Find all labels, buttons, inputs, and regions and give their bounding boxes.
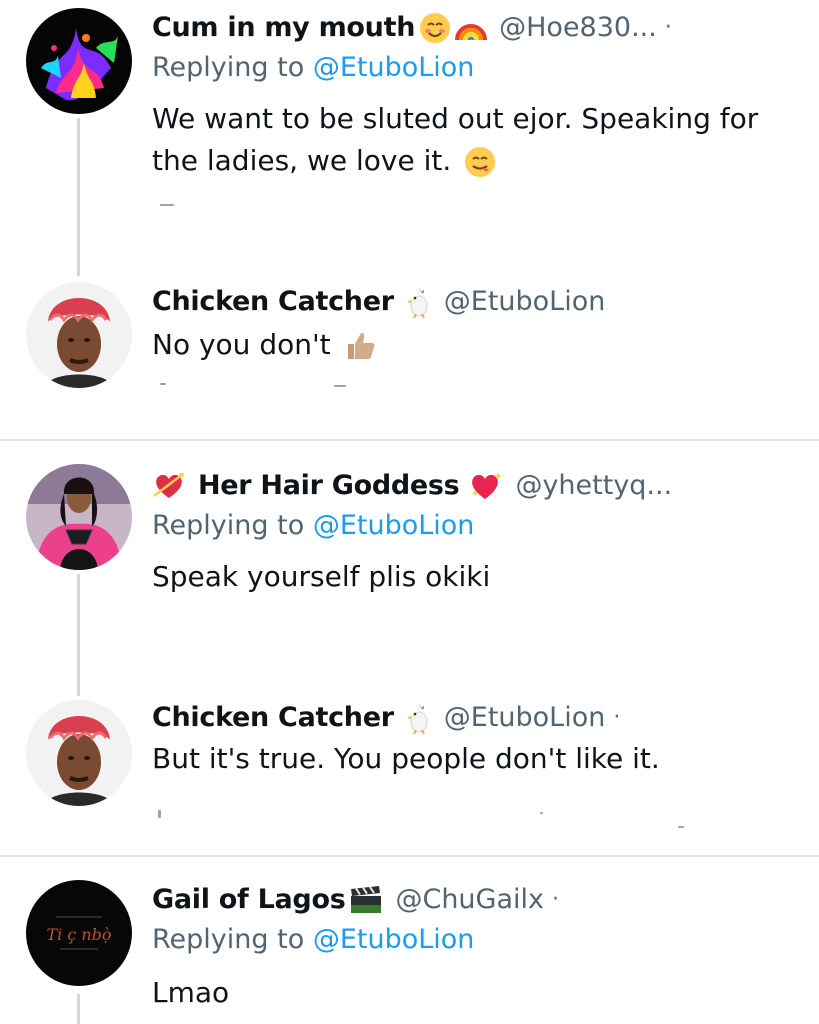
handle[interactable]: @Hoe830... [499, 8, 657, 48]
tweet-header: Chicken Catcher @EtuboLion [152, 282, 605, 322]
smudge-mark [678, 826, 684, 828]
smudge-mark [540, 812, 543, 814]
man-with-bonnet-avatar-image [26, 282, 132, 388]
tweet[interactable]: Her Hair Goddess @yhettyq... Replying to… [0, 460, 819, 698]
handle[interactable]: @EtuboLion [444, 698, 606, 738]
replying-to: Replying to @EtuboLion [152, 924, 474, 955]
tweet-divider [0, 855, 819, 857]
tweet-text-content: No you don't [152, 328, 331, 361]
tweet-text: But it's true. You people don't like it. [152, 738, 792, 780]
separator-dot: · [613, 705, 621, 730]
separator-dot: · [552, 887, 559, 912]
chicken-icon [406, 702, 432, 734]
tweet-divider [0, 439, 819, 441]
avatar[interactable] [26, 464, 132, 570]
display-name[interactable]: Gail of Lagos [152, 880, 346, 920]
tweet-header: Chicken Catcher @EtuboLion · [152, 698, 620, 738]
tweet-text: Speak yourself plis okiki [152, 556, 792, 598]
woman-in-pink-avatar-image [26, 464, 132, 570]
replying-to: Replying to @EtuboLion [152, 510, 474, 541]
display-name[interactable]: Chicken Catcher [152, 282, 394, 322]
replying-to-label: Replying to [152, 510, 305, 541]
mention-link[interactable]: @EtuboLion [313, 924, 475, 955]
replying-to-label: Replying to [152, 924, 305, 955]
paint-splash-avatar-image [26, 8, 132, 114]
tweet[interactable]: Chicken Catcher @EtuboLion No you don't [0, 280, 819, 440]
clapper-board-icon [349, 885, 383, 915]
smiling-face-icon [419, 12, 451, 44]
thread-line [77, 118, 80, 276]
avatar[interactable]: Ti ç nbọ̀ [26, 880, 132, 986]
sparkling-heart-icon [469, 470, 503, 502]
thread-line [77, 994, 80, 1024]
rainbow-icon [455, 12, 488, 44]
smudge-mark [160, 383, 166, 385]
mention-link[interactable]: @EtuboLion [313, 510, 475, 541]
handle[interactable]: @ChuGailx [395, 880, 544, 920]
smudge-mark [334, 385, 346, 387]
avatar[interactable] [26, 282, 132, 388]
handle[interactable]: @yhettyq... [515, 466, 672, 506]
tweet-text: No you don't [152, 324, 792, 366]
chicken-icon [406, 286, 432, 318]
separator-dot: · [664, 15, 672, 40]
tweet-text: Lmao [152, 972, 792, 1014]
thumbs-up-icon [344, 329, 378, 363]
display-name[interactable]: Cum in my mouth [152, 8, 415, 48]
tweet[interactable]: Chicken Catcher @EtuboLion · But it's tr… [0, 698, 819, 856]
film-poster-avatar-image: Ti ç nbọ̀ [26, 880, 132, 986]
tweet-text-content: Lmao [152, 976, 230, 1009]
man-with-bonnet-avatar-image [26, 700, 132, 806]
smudge-mark [160, 204, 174, 206]
thread-line [77, 574, 80, 696]
display-name[interactable]: Chicken Catcher [152, 698, 394, 738]
tweet[interactable]: Cum in my mouth @Hoe830... · Replying to… [0, 0, 819, 280]
display-name[interactable]: Her Hair Goddess [198, 466, 460, 506]
mention-link[interactable]: @EtuboLion [313, 52, 475, 83]
tweet[interactable]: Ti ç nbọ̀ Gail of Lagos @ChuGailx · Repl… [0, 872, 819, 1024]
heart-arrow-icon [152, 470, 186, 502]
tweet-text-content: Speak yourself plis okiki [152, 560, 491, 593]
replying-to-label: Replying to [152, 52, 305, 83]
yum-face-icon [464, 146, 496, 178]
tweet-text-content: We want to be sluted out ejor. Speaking … [152, 102, 759, 177]
poster-title-text: Ti ç nbọ̀ [46, 925, 111, 944]
tweet-header: Cum in my mouth @Hoe830... · [152, 8, 672, 48]
tweet-text: We want to be sluted out ejor. Speaking … [152, 98, 792, 182]
replying-to: Replying to @EtuboLion [152, 52, 474, 83]
tweet-text-content: But it's true. You people don't like it. [152, 742, 660, 775]
handle[interactable]: @EtuboLion [444, 282, 606, 322]
avatar[interactable] [26, 700, 132, 806]
smudge-mark [158, 810, 161, 818]
tweet-header: Her Hair Goddess @yhettyq... [152, 466, 672, 506]
tweet-header: Gail of Lagos @ChuGailx · [152, 880, 559, 920]
avatar[interactable] [26, 8, 132, 114]
